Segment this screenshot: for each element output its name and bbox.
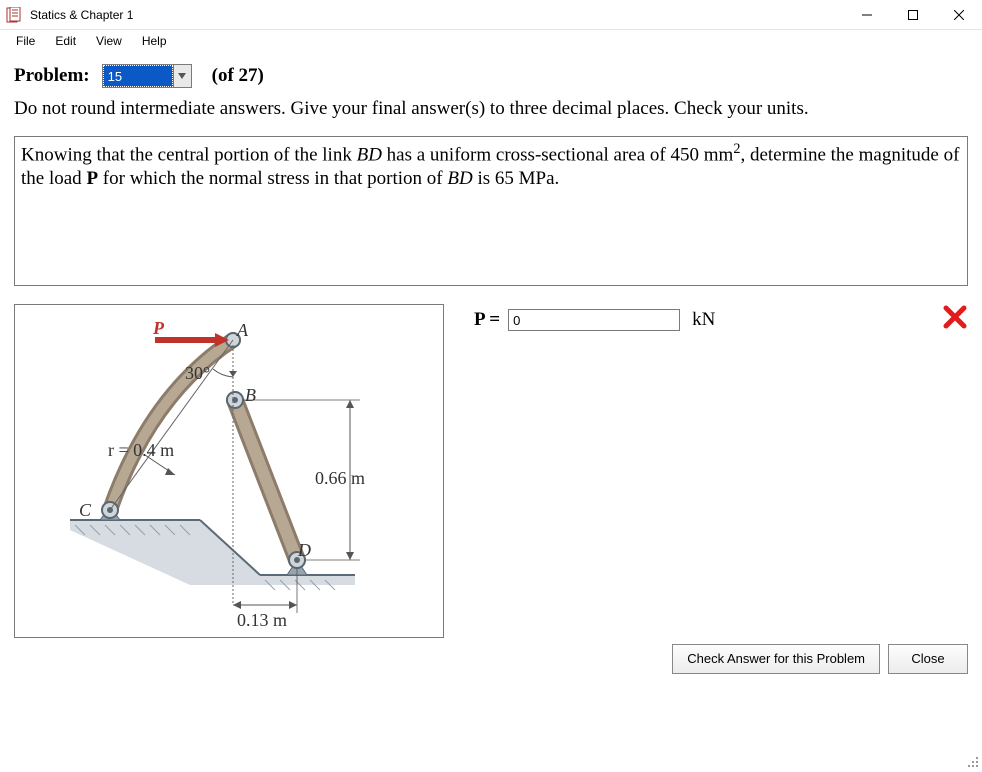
answer-label: P = xyxy=(474,309,500,331)
figure-label-C: C xyxy=(79,500,91,521)
problem-statement: Knowing that the central portion of the … xyxy=(14,136,968,286)
problem-selector: Problem: 15 (of 27) xyxy=(14,64,968,88)
figure-label-A: A xyxy=(237,320,248,341)
figure-angle: 30° xyxy=(185,363,210,384)
figure-panel: P A B C D 30° r = 0.4 m 0.66 m 0.13 m xyxy=(14,304,444,638)
close-button[interactable]: Close xyxy=(888,644,968,674)
window-title: Statics & Chapter 1 xyxy=(30,8,844,22)
figure-label-D: D xyxy=(298,540,311,561)
answer-panel: P = kN Check Answer for this Problem Clo… xyxy=(474,304,968,674)
problem-text-part: for which the normal stress in that port… xyxy=(98,168,447,189)
menu-bar: File Edit View Help xyxy=(0,30,982,52)
answer-input[interactable] xyxy=(508,309,680,331)
menu-help[interactable]: Help xyxy=(132,32,177,50)
problem-combo[interactable]: 15 xyxy=(102,64,192,88)
problem-label: Problem: xyxy=(14,65,90,87)
instructions-text: Do not round intermediate answers. Give … xyxy=(14,98,968,120)
window-controls xyxy=(844,0,982,30)
figure-radius: r = 0.4 m xyxy=(108,440,174,461)
problem-count-label: (of 27) xyxy=(212,65,264,87)
chevron-down-icon[interactable] xyxy=(173,65,191,87)
answer-unit: kN xyxy=(692,309,715,331)
figure-label-B: B xyxy=(245,385,256,406)
problem-text-italic: BD xyxy=(357,144,382,165)
figure-width: 0.13 m xyxy=(237,610,287,631)
menu-view[interactable]: View xyxy=(86,32,132,50)
problem-text-part: Knowing that the central portion of the … xyxy=(21,144,357,165)
app-icon xyxy=(6,7,22,23)
minimize-button[interactable] xyxy=(844,0,890,30)
resize-grip[interactable] xyxy=(964,753,980,769)
problem-text-part: is 65 MPa. xyxy=(473,168,560,189)
title-bar: Statics & Chapter 1 xyxy=(0,0,982,30)
lower-panel: P A B C D 30° r = 0.4 m 0.66 m 0.13 m P … xyxy=(14,304,968,674)
problem-number-field[interactable]: 15 xyxy=(103,65,173,87)
figure-label-P: P xyxy=(153,318,164,339)
answer-row: P = kN xyxy=(474,304,968,336)
check-answer-button[interactable]: Check Answer for this Problem xyxy=(672,644,880,674)
menu-file[interactable]: File xyxy=(6,32,45,50)
problem-text-bold: P xyxy=(86,168,98,189)
figure-height: 0.66 m xyxy=(315,468,365,489)
content-area: Problem: 15 (of 27) Do not round interme… xyxy=(0,52,982,674)
close-window-button[interactable] xyxy=(936,0,982,30)
footer-buttons: Check Answer for this Problem Close xyxy=(672,644,968,674)
menu-edit[interactable]: Edit xyxy=(45,32,86,50)
wrong-icon xyxy=(942,304,968,336)
problem-text-part: has a uniform cross-sectional area of 45… xyxy=(382,144,733,165)
problem-text-italic: BD xyxy=(447,168,472,189)
maximize-button[interactable] xyxy=(890,0,936,30)
